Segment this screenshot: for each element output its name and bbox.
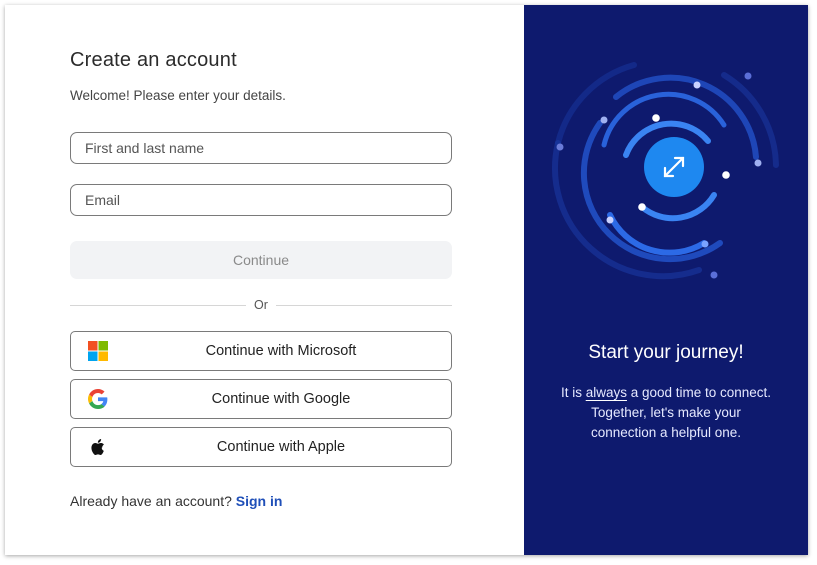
name-field[interactable] (70, 132, 459, 164)
apple-logo-icon (91, 439, 104, 455)
page-title: Create an account (70, 49, 237, 71)
divider-line-right (276, 305, 452, 306)
hero-line-2: Together, let's make your (591, 405, 741, 420)
or-divider: Or (70, 298, 452, 314)
hero-line-1-emphasis: always (585, 385, 627, 400)
signup-window: Create an account Welcome! Please enter … (5, 5, 808, 555)
google-logo-icon (88, 389, 108, 409)
hero-panel: Start your journey! It is always a good … (524, 5, 808, 555)
hero-description: It is always a good time to connect. Tog… (524, 383, 808, 443)
continue-button[interactable]: Continue (70, 241, 452, 279)
microsoft-signin-label: Continue with Microsoft (205, 343, 357, 359)
hero-heading: Start your journey! (588, 342, 744, 363)
signin-prompt: Already have an account? Sign in (70, 493, 282, 509)
google-signin-label: Continue with Google (211, 391, 351, 407)
page-subtitle: Welcome! Please enter your details. (70, 88, 286, 103)
signin-link[interactable]: Sign in (236, 493, 283, 509)
email-input[interactable] (71, 185, 459, 215)
microsoft-logo-icon (88, 341, 108, 361)
signin-prompt-text: Already have an account? (70, 493, 232, 509)
email-field[interactable] (70, 184, 459, 216)
apple-signin-label: Continue with Apple (216, 439, 346, 455)
signup-form-panel: Create an account Welcome! Please enter … (5, 5, 524, 555)
hero-line-1-end: a good time to connect. (626, 385, 772, 400)
hero-line-1: It is always a good time to connect. (524, 383, 808, 403)
microsoft-signin-button[interactable]: Continue with Microsoft (70, 331, 452, 371)
google-signin-button[interactable]: Continue with Google (70, 379, 452, 419)
hero-line-3: connection a helpful one. (590, 425, 742, 440)
connection-rings-illustration (552, 62, 779, 280)
name-input[interactable] (71, 133, 459, 163)
apple-signin-button[interactable]: Continue with Apple (70, 427, 452, 467)
hero-line-1-start: It is (560, 385, 586, 400)
